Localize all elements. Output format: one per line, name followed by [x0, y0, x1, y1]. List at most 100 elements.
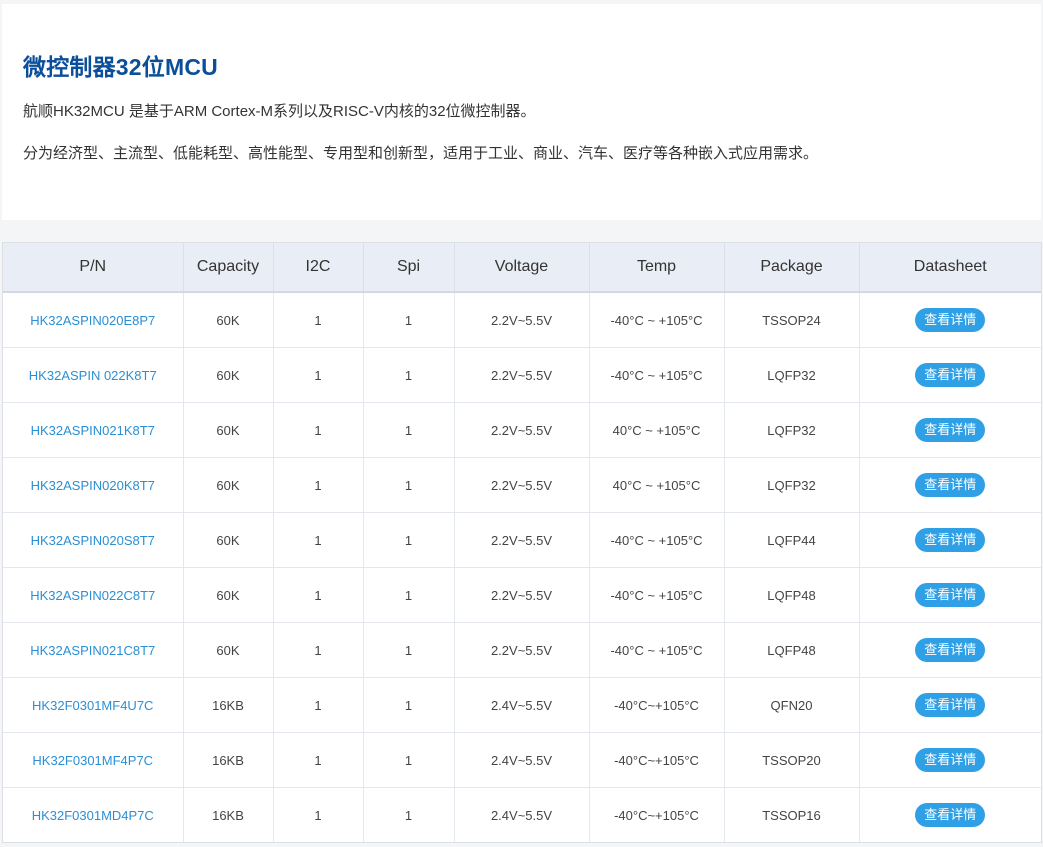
temp-cell: -40°C~+105°C — [589, 677, 725, 733]
package-cell: QFN20 — [724, 677, 860, 733]
header-package: Package — [724, 243, 860, 293]
table-row: HK32ASPIN020E8P7 60K 1 1 2.2V~5.5V -40°C… — [3, 292, 1041, 348]
view-details-button[interactable]: 查看详情 — [915, 473, 986, 497]
capacity-cell: 60K — [183, 457, 274, 513]
product-table: P/N Capacity I2C Spi Voltage Temp Packag… — [3, 243, 1041, 842]
table-row: HK32ASPIN020S8T7 60K 1 1 2.2V~5.5V -40°C… — [3, 512, 1041, 568]
voltage-cell: 2.2V~5.5V — [454, 567, 590, 623]
header-spi: Spi — [363, 243, 455, 293]
package-cell: LQFP32 — [724, 347, 860, 403]
temp-cell: -40°C~+105°C — [589, 732, 725, 788]
package-cell: LQFP44 — [724, 512, 860, 568]
i2c-cell: 1 — [273, 402, 364, 458]
temp-cell: 40°C ~ +105°C — [589, 402, 725, 458]
i2c-cell: 1 — [273, 677, 364, 733]
capacity-cell: 16KB — [183, 677, 274, 733]
part-number-link[interactable]: HK32F0301MF4U7C — [3, 677, 184, 733]
voltage-cell: 2.2V~5.5V — [454, 622, 590, 678]
capacity-cell: 60K — [183, 622, 274, 678]
package-cell: TSSOP24 — [724, 292, 860, 348]
capacity-cell: 16KB — [183, 787, 274, 842]
package-cell: LQFP32 — [724, 457, 860, 513]
part-number-link[interactable]: HK32F0301MD4P7C — [3, 787, 184, 842]
spi-cell: 1 — [363, 347, 455, 403]
table-header: P/N Capacity I2C Spi Voltage Temp Packag… — [3, 243, 1041, 293]
temp-cell: -40°C ~ +105°C — [589, 567, 725, 623]
i2c-cell: 1 — [273, 787, 364, 842]
spi-cell: 1 — [363, 787, 455, 842]
voltage-cell: 2.4V~5.5V — [454, 732, 590, 788]
view-details-button[interactable]: 查看详情 — [915, 748, 986, 772]
view-details-button[interactable]: 查看详情 — [915, 803, 986, 827]
spi-cell: 1 — [363, 402, 455, 458]
header-voltage: Voltage — [454, 243, 590, 293]
spi-cell: 1 — [363, 292, 455, 348]
spi-cell: 1 — [363, 512, 455, 568]
table-row: HK32ASPIN020K8T7 60K 1 1 2.2V~5.5V 40°C … — [3, 457, 1041, 513]
part-number-link[interactable]: HK32ASPIN020E8P7 — [3, 292, 184, 348]
spi-cell: 1 — [363, 732, 455, 788]
temp-cell: -40°C ~ +105°C — [589, 292, 725, 348]
voltage-cell: 2.4V~5.5V — [454, 787, 590, 842]
i2c-cell: 1 — [273, 622, 364, 678]
spi-cell: 1 — [363, 677, 455, 733]
temp-cell: -40°C~+105°C — [589, 787, 725, 842]
datasheet-cell: 查看详情 — [859, 347, 1041, 403]
datasheet-cell: 查看详情 — [859, 788, 1041, 843]
part-number-link[interactable]: HK32ASPIN021C8T7 — [3, 622, 184, 678]
view-details-button[interactable]: 查看详情 — [915, 363, 986, 387]
capacity-cell: 60K — [183, 347, 274, 403]
capacity-cell: 60K — [183, 292, 274, 348]
header-pn: P/N — [3, 243, 184, 293]
part-number-link[interactable]: HK32ASPIN022C8T7 — [3, 567, 184, 623]
datasheet-cell: 查看详情 — [859, 402, 1041, 458]
datasheet-cell: 查看详情 — [859, 457, 1041, 513]
i2c-cell: 1 — [273, 567, 364, 623]
i2c-cell: 1 — [273, 347, 364, 403]
temp-cell: -40°C ~ +105°C — [589, 512, 725, 568]
voltage-cell: 2.2V~5.5V — [454, 292, 590, 348]
voltage-cell: 2.2V~5.5V — [454, 512, 590, 568]
view-details-button[interactable]: 查看详情 — [915, 308, 986, 332]
capacity-cell: 60K — [183, 402, 274, 458]
page-title: 微控制器32位MCU — [23, 54, 218, 80]
datasheet-cell: 查看详情 — [859, 677, 1041, 733]
header-row: P/N Capacity I2C Spi Voltage Temp Packag… — [3, 243, 1041, 293]
table-row: HK32ASPIN021C8T7 60K 1 1 2.2V~5.5V -40°C… — [3, 622, 1041, 678]
temp-cell: -40°C ~ +105°C — [589, 347, 725, 403]
part-number-link[interactable]: HK32F0301MF4P7C — [3, 732, 184, 788]
package-cell: LQFP48 — [724, 622, 860, 678]
voltage-cell: 2.2V~5.5V — [454, 457, 590, 513]
view-details-button[interactable]: 查看详情 — [915, 693, 986, 717]
part-number-link[interactable]: HK32ASPIN020S8T7 — [3, 512, 184, 568]
package-cell: TSSOP16 — [724, 787, 860, 842]
view-details-button[interactable]: 查看详情 — [915, 638, 986, 662]
capacity-cell: 60K — [183, 567, 274, 623]
temp-cell: 40°C ~ +105°C — [589, 457, 725, 513]
header-capacity: Capacity — [183, 243, 274, 293]
table-row: HK32F0301MF4U7C 16KB 1 1 2.4V~5.5V -40°C… — [3, 677, 1041, 733]
datasheet-cell: 查看详情 — [859, 732, 1041, 788]
capacity-cell: 16KB — [183, 732, 274, 788]
temp-cell: -40°C ~ +105°C — [589, 622, 725, 678]
package-cell: LQFP32 — [724, 402, 860, 458]
table-body: HK32ASPIN020E8P7 60K 1 1 2.2V~5.5V -40°C… — [3, 292, 1041, 842]
part-number-link[interactable]: HK32ASPIN020K8T7 — [3, 457, 184, 513]
i2c-cell: 1 — [273, 732, 364, 788]
datasheet-cell: 查看详情 — [859, 292, 1041, 348]
header-datasheet: Datasheet — [859, 243, 1041, 293]
i2c-cell: 1 — [273, 292, 364, 348]
part-number-link[interactable]: HK32ASPIN 022K8T7 — [3, 347, 184, 403]
voltage-cell: 2.2V~5.5V — [454, 402, 590, 458]
view-details-button[interactable]: 查看详情 — [915, 583, 986, 607]
page: 微控制器32位MCU 航顺HK32MCU 是基于ARM Cortex-M系列以及… — [0, 0, 1043, 847]
part-number-link[interactable]: HK32ASPIN021K8T7 — [3, 402, 184, 458]
intro-description-2: 分为经济型、主流型、低能耗型、高性能型、专用型和创新型，适用于工业、商业、汽车、… — [23, 145, 819, 162]
datasheet-cell: 查看详情 — [859, 567, 1041, 623]
view-details-button[interactable]: 查看详情 — [915, 528, 986, 552]
table-row: HK32ASPIN021K8T7 60K 1 1 2.2V~5.5V 40°C … — [3, 402, 1041, 458]
i2c-cell: 1 — [273, 457, 364, 513]
table-row: HK32F0301MF4P7C 16KB 1 1 2.4V~5.5V -40°C… — [3, 732, 1041, 788]
view-details-button[interactable]: 查看详情 — [915, 418, 986, 442]
capacity-cell: 60K — [183, 512, 274, 568]
